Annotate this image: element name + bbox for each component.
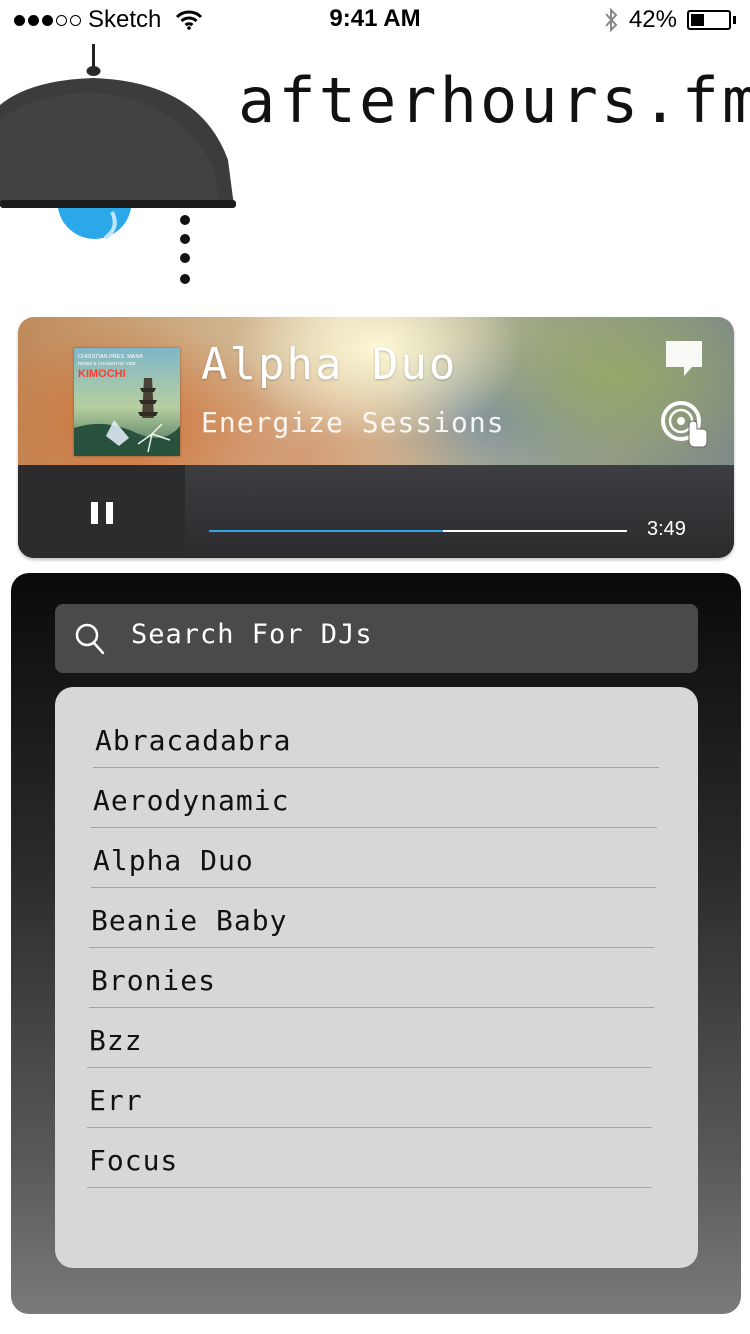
bluetooth-icon bbox=[605, 7, 618, 33]
album-line2: REMIX & CHANGITHE VIBE bbox=[78, 361, 136, 366]
progress-fill bbox=[209, 530, 444, 532]
status-right: 42% bbox=[603, 6, 736, 34]
lamp-logo-icon bbox=[0, 44, 236, 284]
pause-button[interactable] bbox=[18, 465, 185, 558]
now-playing-card: CHRISTIAN PRES. MANA REMIX & CHANGITHE V… bbox=[18, 317, 734, 558]
album-art: CHRISTIAN PRES. MANA REMIX & CHANGITHE V… bbox=[74, 348, 180, 456]
battery-icon bbox=[687, 10, 731, 30]
list-item[interactable]: Alpha Duo bbox=[91, 828, 656, 888]
list-item-label: Abracadabra bbox=[95, 724, 292, 757]
list-item-label: Beanie Baby bbox=[91, 904, 288, 937]
dj-panel: Abracadabra Aerodynamic Alpha Duo Beanie… bbox=[11, 573, 741, 1314]
chat-icon[interactable] bbox=[664, 339, 704, 379]
list-item-label: Bzz bbox=[89, 1024, 143, 1057]
list-item[interactable]: Focus bbox=[87, 1128, 652, 1188]
search-icon bbox=[75, 623, 105, 655]
list-item-label: Aerodynamic bbox=[93, 784, 290, 817]
list-item-label: Err bbox=[89, 1084, 143, 1117]
progress-bar[interactable] bbox=[209, 530, 627, 532]
list-item[interactable]: Beanie Baby bbox=[89, 888, 654, 948]
list-item[interactable]: Abracadabra bbox=[93, 708, 659, 768]
album-line1: CHRISTIAN PRES. MANA bbox=[78, 354, 143, 360]
list-item-label: Focus bbox=[89, 1144, 179, 1177]
list-item[interactable]: Aerodynamic bbox=[91, 768, 657, 828]
list-item[interactable]: Bzz bbox=[87, 1008, 652, 1068]
track-time: 3:49 bbox=[647, 518, 686, 540]
battery-tip bbox=[733, 16, 736, 24]
dj-turntable-icon[interactable] bbox=[661, 401, 709, 449]
list-item[interactable]: Err bbox=[87, 1068, 652, 1128]
search-bar[interactable] bbox=[55, 604, 698, 673]
list-item-label: Alpha Duo bbox=[93, 844, 254, 877]
album-cover-image: CHRISTIAN PRES. MANA REMIX & CHANGITHE V… bbox=[74, 348, 180, 456]
playback-controls: 3:49 bbox=[18, 465, 734, 558]
list-item[interactable]: Bronies bbox=[89, 948, 654, 1008]
app-screen: Sketch 9:41 AM 42% afterhours.fm CHRISTI… bbox=[0, 0, 750, 1334]
search-input[interactable] bbox=[131, 614, 671, 654]
battery-level bbox=[691, 14, 704, 26]
battery-percent: 42% bbox=[628, 6, 677, 33]
status-bar: Sketch 9:41 AM 42% bbox=[0, 0, 750, 40]
dj-list: Abracadabra Aerodynamic Alpha Duo Beanie… bbox=[55, 687, 698, 1268]
album-title: KIMOCHI bbox=[78, 368, 126, 380]
track-show-name: Energize Sessions bbox=[201, 406, 505, 439]
track-artist: Alpha Duo bbox=[201, 339, 458, 390]
pause-icon bbox=[91, 502, 113, 524]
list-item-label: Bronies bbox=[91, 964, 217, 997]
app-title: afterhours.fm bbox=[238, 64, 750, 137]
